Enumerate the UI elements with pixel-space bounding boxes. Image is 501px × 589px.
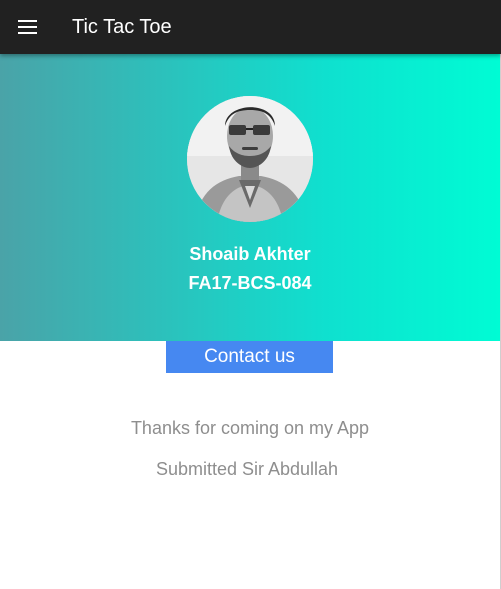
app-window: Tic Tac Toe Shoaib Akhter FA17-BCS-084 C… xyxy=(0,0,501,589)
contact-us-button[interactable]: Contact us xyxy=(166,341,333,373)
top-app-bar: Tic Tac Toe xyxy=(0,0,501,54)
submitted-message: Submitted Sir Abdullah xyxy=(155,459,339,479)
app-title: Tic Tac Toe xyxy=(72,16,172,38)
profile-header: Shoaib Akhter FA17-BCS-084 xyxy=(0,54,500,341)
thanks-message: Thanks for coming on my App xyxy=(130,418,370,438)
profile-name: Shoaib Akhter xyxy=(189,244,311,264)
profile-student-id: FA17-BCS-084 xyxy=(188,273,312,293)
hamburger-menu-icon[interactable] xyxy=(18,19,37,35)
profile-avatar xyxy=(187,96,313,222)
